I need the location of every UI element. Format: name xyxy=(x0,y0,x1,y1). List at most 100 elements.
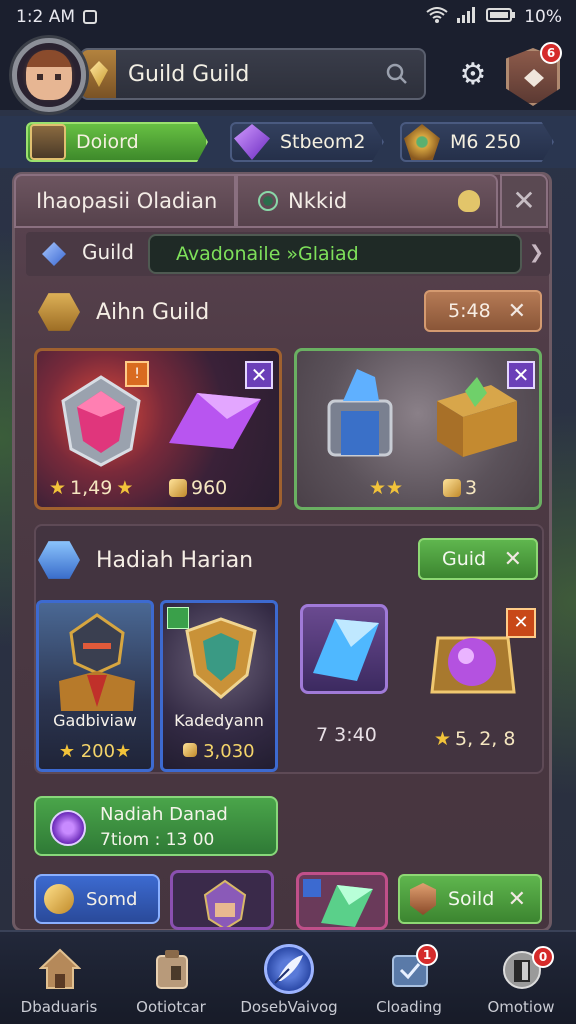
item-value: 7 3:40 xyxy=(316,724,377,746)
button-label: Soild xyxy=(448,888,495,910)
soild-button[interactable]: Soild ✕ xyxy=(398,874,542,924)
currency-green[interactable]: Doiord xyxy=(26,122,208,162)
card-stat-coins: 960 xyxy=(169,477,227,499)
guild-crest-icon xyxy=(38,293,80,331)
purple-crystal-icon xyxy=(169,393,261,449)
hero-name: Kadedyann xyxy=(174,711,264,730)
backpack-icon xyxy=(156,950,188,989)
section-title: Hadiah Harian xyxy=(96,547,254,573)
promo-subtitle: 7tiom : 13 00 xyxy=(100,830,215,850)
status-bar: 1:2 AM 10% xyxy=(0,0,576,34)
currency-row: Doiord Stbeom2 M6 250 xyxy=(0,116,576,168)
shield-icon xyxy=(410,883,436,915)
battery-level: 10% xyxy=(524,7,562,27)
nav-item-mail[interactable]: Cloading 1 xyxy=(354,932,464,1024)
battery-icon xyxy=(486,7,516,28)
hero-card-bottom[interactable] xyxy=(170,870,274,930)
guild-name-field[interactable]: Avadonaile »Glaiad xyxy=(148,234,522,274)
nav-item-quests[interactable]: DosebVaivog xyxy=(234,932,344,1024)
nav-item-shop[interactable]: Omotiow 0 xyxy=(466,932,576,1024)
close-icon[interactable]: ✕ xyxy=(245,361,273,389)
tab-label: Ihaopasii Oladian xyxy=(36,189,218,213)
card-stat-stars: ★ 1,49 ★ xyxy=(49,477,134,499)
quill-icon xyxy=(264,944,314,994)
gold-emblem-icon xyxy=(404,124,440,160)
green-crystal-icon xyxy=(321,885,373,927)
card-alert-badge: ! xyxy=(125,361,149,387)
item-value: ★ 5, 2, 8 xyxy=(434,728,516,750)
currency-purple[interactable]: Stbeom2 xyxy=(230,122,384,162)
nav-label: Cloading xyxy=(376,998,442,1016)
close-icon[interactable]: ✕ xyxy=(508,299,526,324)
signal-icon xyxy=(456,6,478,28)
guild-field-row: Guild Avadonaile »Glaiad ❯ xyxy=(26,232,550,276)
blue-chest-icon xyxy=(327,369,393,457)
button-label: Guid xyxy=(442,548,487,570)
star-badge-icon xyxy=(38,541,80,579)
nav-badge: 0 xyxy=(532,946,554,968)
nav-label: Omotiow xyxy=(487,998,555,1016)
hero-value: 3,030 xyxy=(163,741,275,762)
guild-field-label: Guild xyxy=(82,240,134,264)
top-header: Guild Guild ⚙ 6 xyxy=(0,34,576,114)
nav-item-home[interactable]: Dbaduaris xyxy=(4,932,114,1024)
blue-crystal-icon xyxy=(313,619,379,681)
section-aihn-guild: Aihn Guild xyxy=(38,290,209,334)
player-avatar[interactable] xyxy=(12,38,86,112)
green-crystal-item[interactable] xyxy=(296,872,388,930)
close-icon[interactable]: ✕ xyxy=(504,547,522,572)
hero-card[interactable]: Kadedyann 3,030 xyxy=(160,600,278,772)
guild-name-bar[interactable]: Guild Guild xyxy=(80,48,426,100)
guid-button[interactable]: Guid ✕ xyxy=(418,538,538,580)
nav-label: DosebVaivog xyxy=(240,998,338,1016)
promo-title: Nadiah Danad xyxy=(100,804,228,825)
stat-value: 3 xyxy=(465,477,478,499)
chevron-icon[interactable]: ❯ xyxy=(529,242,544,263)
button-label: Somd xyxy=(86,888,138,910)
timer-pill[interactable]: 5:48 ✕ xyxy=(424,290,542,332)
purple-orb-icon xyxy=(50,810,86,846)
hero-value: ★ 200★ xyxy=(58,741,132,762)
bell-icon xyxy=(458,190,480,212)
tab-members[interactable]: Nkkid xyxy=(236,174,498,228)
stat-value: 960 xyxy=(191,477,228,499)
portrait-icon xyxy=(30,124,66,160)
tab-overview[interactable]: Ihaopasii Oladian xyxy=(14,174,236,228)
search-icon[interactable] xyxy=(386,63,408,85)
nav-item-inventory[interactable]: Ootiotcar xyxy=(116,932,226,1024)
reward-card-chests[interactable]: ✕ ★★ 3 xyxy=(294,348,542,510)
reward-card-red[interactable]: ! ✕ ★ 1,49 ★ 960 xyxy=(34,348,282,510)
tab-label: Nkkid xyxy=(288,189,348,213)
rank-gem-icon xyxy=(82,50,116,98)
blue-crystal-item[interactable] xyxy=(300,604,388,694)
knight-portrait xyxy=(59,613,135,711)
panel-tabs: Ihaopasii Oladian Nkkid ✕ xyxy=(14,172,550,228)
helmet-portrait xyxy=(203,879,247,927)
nav-label: Ootiotcar xyxy=(136,998,206,1016)
close-icon[interactable]: ✕ xyxy=(500,174,548,228)
notification-icon xyxy=(83,10,98,24)
close-icon[interactable]: ✕ xyxy=(508,887,526,912)
card-stat-coins: 3 xyxy=(443,477,477,499)
header-title: Guild Guild xyxy=(128,61,250,87)
nav-label: Dbaduaris xyxy=(20,998,98,1016)
wifi-icon xyxy=(426,6,448,28)
home-icon xyxy=(39,948,81,989)
bottom-nav: Dbaduaris Ootiotcar DosebVaivog Cloading… xyxy=(0,930,576,1024)
hero-name: Gadbiviaw xyxy=(53,711,137,730)
currency-label: M6 250 xyxy=(450,131,521,153)
red-gem-icon xyxy=(61,375,141,467)
gold-leaf-icon xyxy=(44,884,74,914)
hero-card[interactable]: Gadbiviaw ★ 200★ xyxy=(36,600,154,772)
currency-gold[interactable]: M6 250 xyxy=(400,122,554,162)
close-icon[interactable]: ✕ xyxy=(507,361,535,389)
promo-banner[interactable]: Nadiah Danad 7tiom : 13 00 xyxy=(34,796,278,856)
shield-gem-icon xyxy=(185,617,257,699)
status-time: 1:2 AM xyxy=(16,7,76,27)
section-title: Aihn Guild xyxy=(96,299,210,325)
section-daily-reward: Hadiah Harian xyxy=(38,538,253,582)
close-icon[interactable]: ✕ xyxy=(506,608,536,638)
somd-button[interactable]: Somd xyxy=(34,874,160,924)
diamond-icon xyxy=(42,242,66,266)
gear-icon[interactable]: ⚙ xyxy=(456,58,490,92)
